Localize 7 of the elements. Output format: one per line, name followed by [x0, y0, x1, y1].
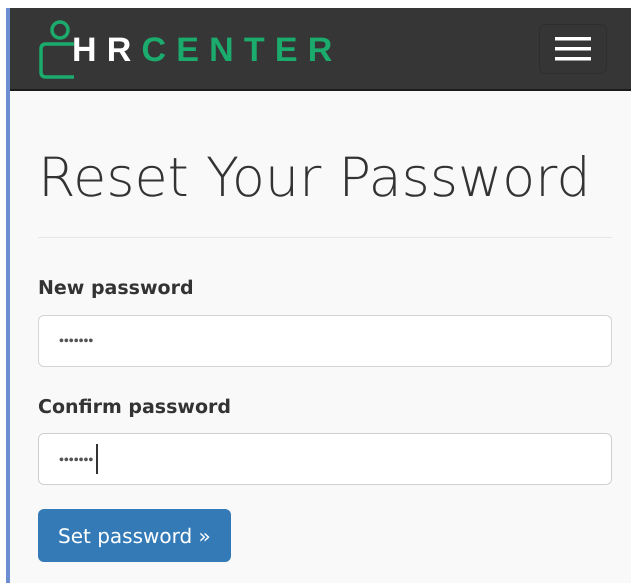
brand-logo[interactable]: HR CENTER	[72, 32, 343, 66]
field-label: New password	[38, 276, 194, 301]
password-field[interactable]: •••••••	[38, 433, 612, 485]
password-field[interactable]: •••••••	[38, 314, 612, 366]
submit-button[interactable]: Set password »	[38, 509, 231, 562]
field-label: Confirm password	[38, 394, 232, 420]
page-title: Reset Your Password	[38, 151, 591, 205]
